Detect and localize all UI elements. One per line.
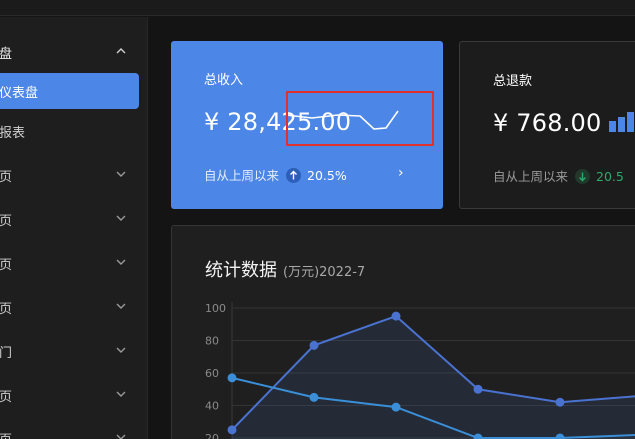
sidebar: 盘 仪表盘 报表 页 页 页 页 门 页 页	[0, 17, 148, 439]
revenue-compare: 自从上周以来 20.5%	[204, 165, 347, 184]
data-point	[391, 311, 401, 321]
refund-card-title: 总退款	[493, 74, 533, 89]
sidebar-item-page-1[interactable]: 页	[0, 157, 148, 193]
y-tick-label: 20	[205, 432, 219, 439]
sidebar-item-label: 门	[0, 346, 13, 361]
data-point	[309, 392, 319, 402]
sidebar-item-label: 页	[0, 302, 13, 317]
chevron-down-icon	[116, 391, 126, 397]
sidebar-item-dashboard[interactable]: 仪表盘	[0, 73, 139, 109]
sidebar-item-label: 报表	[0, 126, 26, 141]
data-point	[227, 373, 237, 383]
y-tick-label: 40	[205, 400, 219, 413]
chevron-down-icon	[116, 303, 126, 309]
sidebar-item-page-6[interactable]: 页	[0, 420, 148, 439]
data-point	[309, 340, 319, 350]
chevron-down-icon	[116, 215, 126, 221]
chevron-right-icon[interactable]: ›	[398, 165, 404, 181]
revenue-compare-label: 自从上周以来	[204, 168, 280, 183]
refund-compare-label: 自从上周以来	[493, 169, 569, 184]
refund-compare: 自从上周以来 20.5	[493, 166, 624, 185]
y-tick-label: 100	[205, 302, 226, 315]
refund-amount: ¥ 768.00	[493, 109, 602, 137]
arrow-down-icon	[575, 169, 591, 184]
data-point	[391, 402, 401, 412]
arrow-up-icon	[286, 168, 302, 183]
sidebar-item-label: 页	[0, 429, 12, 439]
sidebar-item-page-5[interactable]: 页	[0, 377, 148, 413]
y-tick-label: 60	[205, 367, 219, 380]
sidebar-item-label: 页	[0, 258, 13, 273]
data-point	[473, 384, 483, 394]
refund-change: 20.5	[596, 169, 624, 184]
chevron-down-icon	[116, 434, 126, 439]
sidebar-item-page-3[interactable]: 页	[0, 245, 148, 281]
sidebar-item-page-2[interactable]: 页	[0, 201, 148, 237]
revenue-card-title: 总收入	[204, 73, 244, 88]
sidebar-item-page-4[interactable]: 页	[0, 289, 148, 325]
chevron-up-icon	[116, 48, 126, 54]
sidebar-item-label: 仪表盘	[0, 86, 39, 101]
revenue-change: 20.5%	[307, 168, 347, 183]
sidebar-item-label: 页	[0, 214, 13, 229]
sidebar-item-door[interactable]: 门	[0, 333, 148, 369]
sidebar-item-label: 页	[0, 170, 13, 185]
highlight-box	[286, 91, 434, 146]
sidebar-item-label: 页	[0, 390, 13, 405]
statistics-line-chart: 100 80 60 40 20	[205, 302, 635, 439]
chevron-down-icon	[116, 347, 126, 353]
y-tick-label: 80	[205, 335, 219, 348]
chevron-down-icon	[116, 171, 126, 177]
chevron-down-icon	[116, 259, 126, 265]
data-point	[227, 425, 237, 435]
sidebar-item-label: 盘	[0, 47, 13, 62]
top-bar	[0, 0, 635, 16]
statistics-panel: 统计数据 (万元)2022-7 100 80 60 40 20	[171, 225, 635, 439]
sidebar-group-dashboard[interactable]: 盘	[0, 34, 148, 70]
sidebar-item-report[interactable]: 报表	[0, 113, 148, 149]
data-point	[555, 397, 565, 407]
refund-mini-bar-chart	[609, 112, 634, 132]
